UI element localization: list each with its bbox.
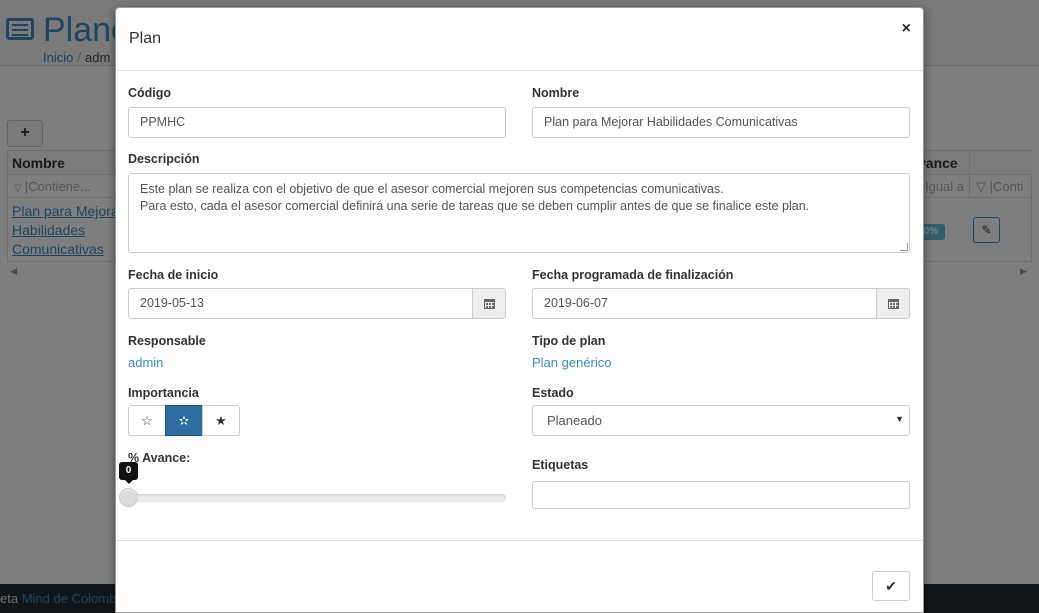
fecha-inicio-input[interactable]: 2019-05-13 bbox=[128, 288, 473, 319]
etiquetas-input[interactable] bbox=[532, 481, 910, 509]
responsable-value[interactable]: admin bbox=[128, 355, 163, 370]
modal-header: Plan × bbox=[116, 8, 923, 71]
calendar-icon bbox=[484, 299, 495, 309]
codigo-input[interactable]: PPMHC bbox=[128, 107, 506, 138]
caret-down-icon: ▼ bbox=[895, 414, 904, 424]
importancia-high-button[interactable]: ★ bbox=[202, 405, 240, 436]
responsable-label: Responsable bbox=[128, 334, 206, 348]
fecha-fin-calendar-button[interactable] bbox=[876, 288, 910, 319]
codigo-label: Código bbox=[128, 86, 172, 100]
nombre-label: Nombre bbox=[532, 86, 580, 100]
star-outline-icon: ☆ bbox=[141, 413, 153, 428]
check-icon: ✔ bbox=[885, 578, 897, 594]
resize-handle-icon[interactable] bbox=[900, 243, 908, 251]
etiquetas-label: Etiquetas bbox=[532, 458, 589, 472]
fecha-inicio-calendar-button[interactable] bbox=[472, 288, 506, 319]
importancia-star-group: ☆ ✫ ★ bbox=[128, 405, 240, 436]
fecha-fin-label: Fecha programada de finalización bbox=[532, 268, 734, 282]
save-button[interactable]: ✔ bbox=[872, 571, 910, 601]
estado-selected-value: Planeado bbox=[547, 413, 602, 428]
star-half-icon: ✫ bbox=[178, 413, 190, 428]
fecha-fin-input[interactable]: 2019-06-07 bbox=[532, 288, 877, 319]
tipo-plan-label: Tipo de plan bbox=[532, 334, 606, 348]
importancia-label: Importancia bbox=[128, 386, 199, 400]
close-icon[interactable]: × bbox=[902, 20, 911, 38]
modal-title: Plan bbox=[129, 30, 162, 47]
estado-select[interactable]: Planeado ▼ bbox=[532, 405, 910, 436]
fecha-inicio-label: Fecha de inicio bbox=[128, 268, 219, 282]
importancia-medium-button[interactable]: ✫ bbox=[165, 405, 203, 436]
avance-slider-track[interactable] bbox=[128, 494, 506, 502]
nombre-input[interactable]: Plan para Mejorar Habilidades Comunicati… bbox=[532, 107, 910, 138]
descripcion-text: Este plan se realiza con el objetivo de … bbox=[140, 182, 810, 213]
avance-tooltip: 0 bbox=[119, 462, 138, 484]
descripcion-textarea[interactable]: Este plan se realiza con el objetivo de … bbox=[128, 173, 910, 253]
star-full-icon: ★ bbox=[215, 413, 227, 428]
importancia-low-button[interactable]: ☆ bbox=[128, 405, 166, 436]
descripcion-label: Descripción bbox=[128, 152, 200, 166]
modal-footer-divider bbox=[116, 540, 923, 541]
plan-modal: Plan × Código PPMHC Nombre Plan para Mej… bbox=[115, 7, 924, 613]
estado-label: Estado bbox=[532, 386, 574, 400]
calendar-icon bbox=[888, 299, 899, 309]
tipo-plan-value[interactable]: Plan genérico bbox=[532, 355, 612, 370]
avance-slider-handle[interactable] bbox=[119, 488, 138, 507]
